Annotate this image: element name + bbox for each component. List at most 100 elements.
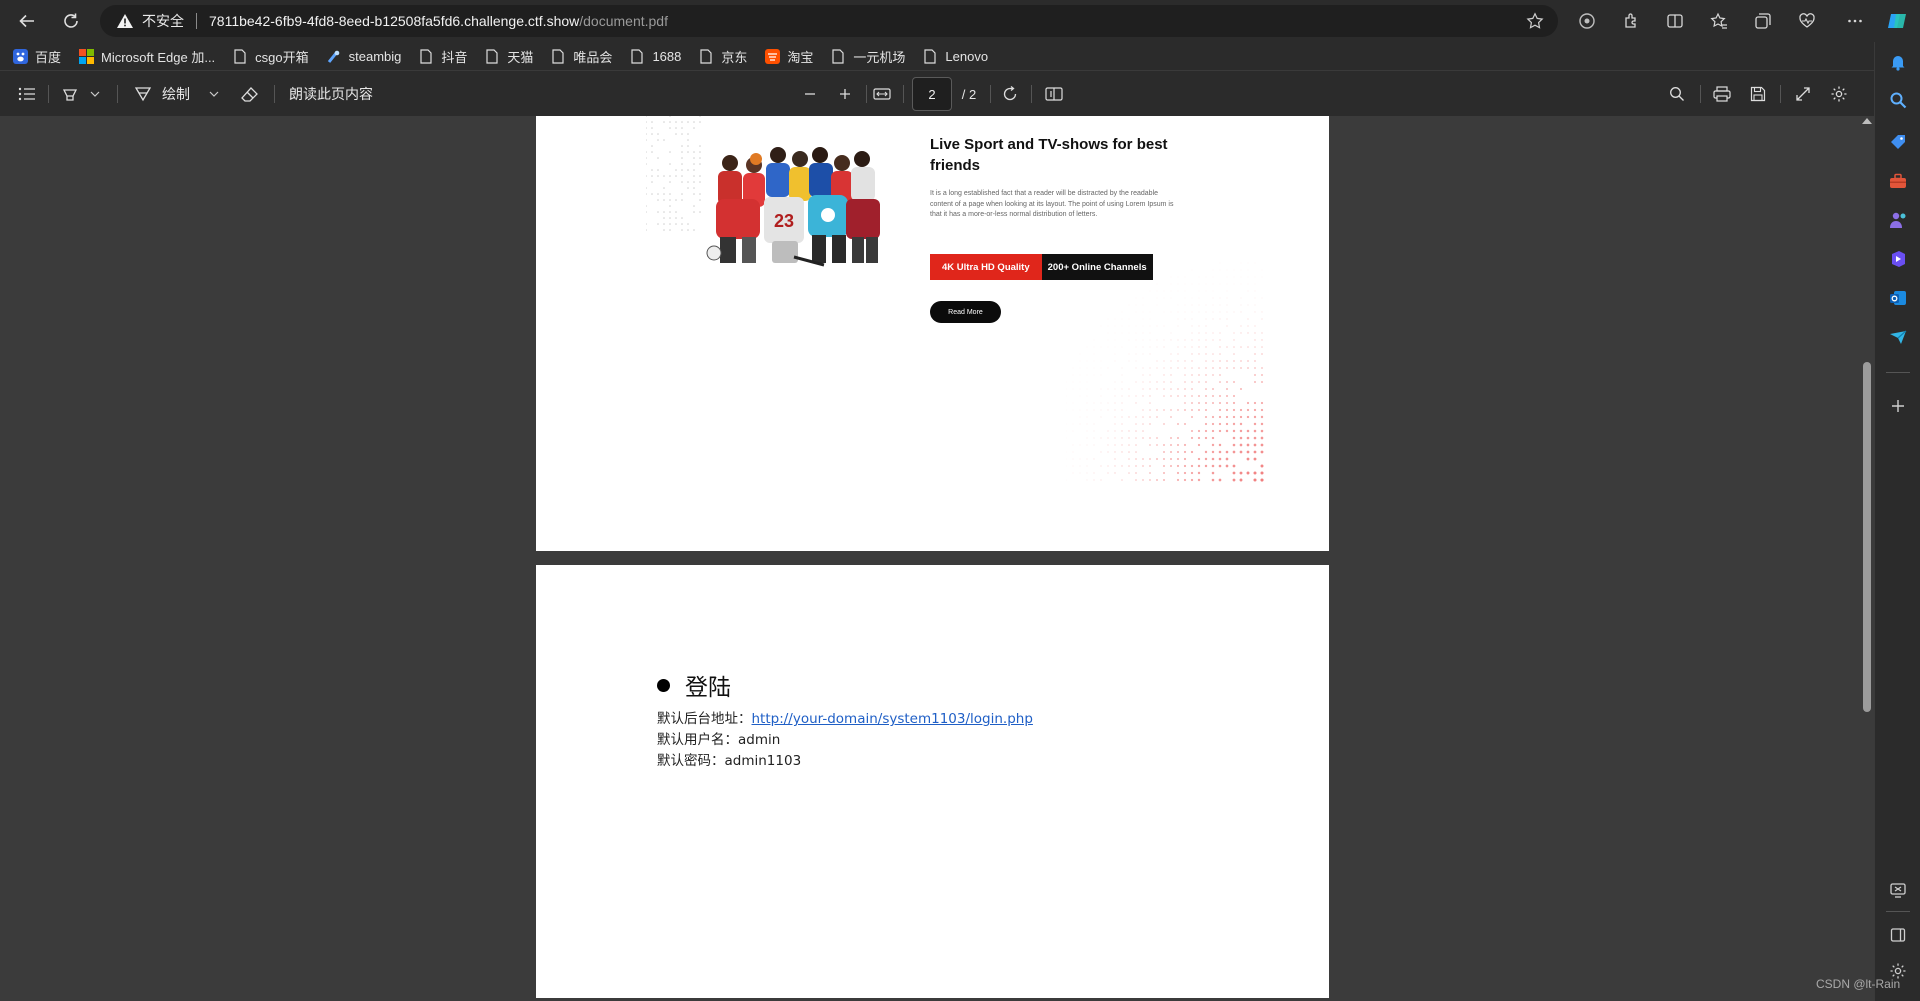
decor-dot: [1087, 347, 1088, 348]
bookmark-jd[interactable]: 京东: [698, 47, 747, 66]
fullscreen-button[interactable]: [1792, 83, 1814, 105]
decor-dot: [1170, 437, 1172, 439]
decor-dot: [1142, 346, 1143, 347]
more-icon[interactable]: [1844, 10, 1866, 32]
decor-dot: [1150, 333, 1151, 334]
decor-dot: [1093, 423, 1094, 424]
decor-dot: [1227, 291, 1228, 292]
decor-dot: [1191, 451, 1193, 453]
bookmark-tmall[interactable]: 天猫: [484, 47, 533, 66]
decor-dot: [1226, 423, 1228, 425]
bookmark-lenovo[interactable]: Lenovo: [922, 48, 988, 64]
collections-icon[interactable]: [1752, 10, 1774, 32]
bookmark-1688[interactable]: 1688: [629, 48, 681, 64]
decor-dot: [1240, 367, 1242, 369]
page-number-input[interactable]: [912, 77, 952, 111]
highlighter-icon: [62, 86, 78, 102]
refresh-button[interactable]: [58, 8, 84, 34]
decor-dot: [1142, 353, 1143, 354]
zoom-in-button[interactable]: [835, 83, 855, 105]
bookmark-csgo[interactable]: csgo开箱: [232, 47, 308, 66]
add-icon[interactable]: [1886, 394, 1910, 418]
page-view-button[interactable]: [1043, 83, 1065, 105]
decor-dot: [1219, 339, 1220, 340]
url-path[interactable]: /document.pdf: [579, 13, 668, 29]
bookmark-vip[interactable]: 唯品会: [550, 47, 612, 66]
decor-dot: [1205, 311, 1206, 312]
decor-dot: [1170, 416, 1172, 418]
decor-dot: [1212, 451, 1214, 453]
games-icon[interactable]: [1886, 208, 1910, 232]
decor-dot: [1157, 298, 1158, 299]
decor-dot: [1094, 368, 1095, 369]
vertical-scrollbar[interactable]: [1860, 116, 1874, 1001]
bookmark-microsoft-edge[interactable]: Microsoft Edge 加...: [78, 47, 215, 66]
scrollbar-thumb[interactable]: [1863, 362, 1871, 712]
split-screen-icon[interactable]: [1664, 10, 1686, 32]
decor-dot: [657, 133, 659, 135]
screenshot-icon[interactable]: [1886, 878, 1910, 902]
search-icon[interactable]: [1886, 88, 1910, 112]
rotate-button[interactable]: [999, 83, 1021, 105]
contents-button[interactable]: [16, 83, 38, 105]
zoom-out-button[interactable]: [800, 83, 820, 105]
edge-copilot-icon[interactable]: [1886, 10, 1908, 32]
bookmark-baidu[interactable]: 百度: [12, 47, 61, 66]
security-label[interactable]: 不安全: [142, 11, 184, 31]
copilot-icon[interactable]: [1576, 10, 1598, 32]
backend-url-link[interactable]: http://your-domain/system1103/login.php: [752, 711, 1033, 727]
shopping-icon[interactable]: [1886, 130, 1910, 154]
decor-dot: [1163, 374, 1164, 375]
extensions-icon[interactable]: [1620, 10, 1642, 32]
draw-dropdown[interactable]: [207, 83, 221, 105]
highlight-dropdown[interactable]: [88, 83, 102, 105]
drop-icon[interactable]: [1886, 325, 1910, 349]
erase-button[interactable]: [239, 83, 261, 105]
decor-dot: [1233, 451, 1236, 454]
bookmark-steambig[interactable]: steambig: [326, 48, 402, 64]
decor-dot: [1149, 437, 1151, 439]
bookmark-yiyuan[interactable]: 一元机场: [830, 47, 905, 66]
decor-dot: [1108, 340, 1109, 341]
decor-dot: [1177, 479, 1179, 481]
favorites-icon[interactable]: [1708, 10, 1730, 32]
office-icon[interactable]: [1886, 247, 1910, 271]
decor-dot: [1080, 424, 1081, 425]
hide-sidebar-icon[interactable]: [1886, 923, 1910, 947]
back-button[interactable]: [14, 8, 40, 34]
address-bar[interactable]: 不安全 7811be42-6fb9-4fd8-8eed-b12508fa5fd6…: [100, 5, 1558, 37]
decor-dot: [1261, 367, 1263, 369]
scroll-up-arrow[interactable]: [1862, 118, 1872, 124]
decor-dot: [1240, 346, 1242, 348]
fit-width-button[interactable]: [871, 83, 893, 105]
decor-dot: [1226, 465, 1229, 468]
read-aloud-button[interactable]: 朗读此页内容: [289, 83, 379, 105]
pdf-settings-button[interactable]: [1828, 83, 1850, 105]
bookmark-douyin[interactable]: 抖音: [418, 47, 467, 66]
notifications-icon[interactable]: [1886, 50, 1910, 74]
print-icon: [1713, 86, 1731, 102]
search-button[interactable]: [1666, 83, 1688, 105]
save-button[interactable]: [1747, 83, 1769, 105]
decor-dot: [1128, 360, 1129, 361]
warning-icon[interactable]: [116, 13, 134, 29]
highlight-button[interactable]: [60, 83, 80, 105]
decor-dot: [681, 229, 683, 231]
decor-dot: [681, 157, 683, 159]
url-host[interactable]: 7811be42-6fb9-4fd8-8eed-b12508fa5fd6.cha…: [209, 13, 579, 29]
print-button[interactable]: [1711, 83, 1733, 105]
browser-essentials-icon[interactable]: [1796, 10, 1818, 32]
decor-dot: [1205, 339, 1206, 340]
decor-dot: [693, 127, 695, 129]
star-icon[interactable]: [1526, 12, 1544, 30]
outlook-icon[interactable]: [1886, 286, 1910, 310]
decor-dot: [651, 145, 653, 147]
tools-icon[interactable]: [1886, 169, 1910, 193]
decor-dot: [1205, 381, 1207, 383]
decor-dot: [687, 133, 689, 135]
decor-dot: [1178, 277, 1179, 278]
bookmark-taobao[interactable]: 淘宝: [764, 47, 813, 66]
decor-dot: [1233, 409, 1235, 411]
decor-dot: [1254, 437, 1257, 440]
draw-button[interactable]: 绘制: [134, 83, 196, 105]
